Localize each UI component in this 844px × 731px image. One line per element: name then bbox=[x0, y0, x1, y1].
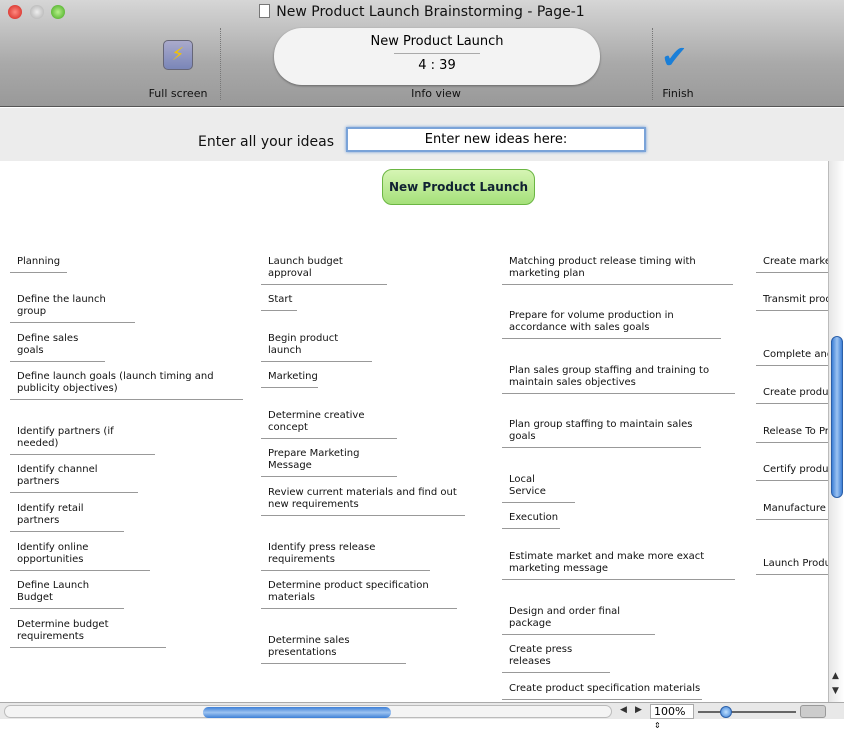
checkmark-icon[interactable]: ✔ bbox=[661, 38, 688, 76]
idea-input[interactable] bbox=[346, 127, 646, 152]
zoom-slider[interactable] bbox=[698, 711, 796, 713]
idea-node[interactable]: Launch budget approval bbox=[261, 256, 387, 285]
entry-label: Enter all your ideas bbox=[198, 134, 335, 150]
idea-node[interactable]: Transmit produ organization bbox=[756, 294, 828, 311]
bottom-bar: ◀ ▶ 100% ⇕ bbox=[0, 702, 844, 730]
idea-node[interactable]: Launch Produc bbox=[756, 558, 828, 575]
idea-node[interactable]: Design and order final package bbox=[502, 606, 655, 635]
idea-node[interactable]: Review current materials and find out ne… bbox=[261, 487, 465, 516]
idea-node[interactable]: Local Service bbox=[502, 474, 575, 503]
brainstorm-canvas: New Product Launch Planning Define the la… bbox=[0, 161, 828, 702]
vertical-scrollbar[interactable]: ▲ ▼ bbox=[828, 161, 844, 702]
scroll-down-arrow-icon[interactable]: ▼ bbox=[832, 686, 839, 696]
zoom-options-button[interactable] bbox=[800, 705, 826, 718]
fullscreen-label[interactable]: Full screen bbox=[128, 87, 228, 100]
idea-node[interactable]: Matching product release timing with mar… bbox=[502, 256, 733, 285]
idea-node[interactable]: Determine budget requirements bbox=[10, 619, 166, 648]
root-topic-node[interactable]: New Product Launch bbox=[382, 169, 535, 205]
divider bbox=[220, 28, 221, 100]
idea-node[interactable]: Identify retail partners bbox=[10, 503, 124, 532]
idea-node[interactable]: Manufacture th meet sales goal bbox=[756, 503, 828, 520]
info-title: New Product Launch bbox=[370, 34, 504, 49]
document-icon bbox=[259, 4, 271, 18]
fullscreen-icon[interactable]: ⚡ bbox=[163, 40, 193, 70]
window-title: New Product Launch Brainstorming - Page-… bbox=[0, 4, 844, 20]
idea-node[interactable]: Certify product bbox=[756, 464, 828, 481]
idea-node[interactable]: Begin product launch bbox=[261, 333, 372, 362]
idea-node[interactable]: Estimate market and make more exact mark… bbox=[502, 551, 735, 580]
idea-node[interactable]: Identify online opportunities bbox=[10, 542, 150, 571]
idea-node[interactable]: Determine sales presentations bbox=[261, 635, 406, 664]
idea-node[interactable]: Define Launch Budget bbox=[10, 580, 124, 609]
idea-node[interactable]: Prepare for volume production in accorda… bbox=[502, 310, 721, 339]
idea-node[interactable]: Define the launch group bbox=[10, 294, 135, 323]
scroll-left-arrow-icon[interactable]: ◀ bbox=[620, 705, 627, 715]
idea-node[interactable]: Execution bbox=[502, 512, 560, 529]
vertical-scroll-thumb[interactable] bbox=[831, 336, 843, 498]
zoom-value: 100% bbox=[654, 705, 686, 718]
idea-node[interactable]: Define launch goals (launch timing and p… bbox=[10, 371, 243, 400]
window-title-text: New Product Launch Brainstorming - Page-… bbox=[276, 4, 585, 20]
finish-label[interactable]: Finish bbox=[628, 87, 728, 100]
idea-node[interactable]: Identify channel partners bbox=[10, 464, 138, 493]
idea-node[interactable]: Plan sales group staffing and training t… bbox=[502, 365, 735, 394]
idea-node[interactable]: Determine product specification material… bbox=[261, 580, 457, 609]
horizontal-scroll-thumb[interactable] bbox=[203, 707, 391, 718]
divider bbox=[394, 53, 480, 54]
info-view-label[interactable]: Info view bbox=[386, 87, 486, 100]
scroll-up-arrow-icon[interactable]: ▲ bbox=[832, 671, 839, 681]
info-view: New Product Launch 4 : 39 bbox=[274, 28, 600, 85]
zoom-slider-knob[interactable] bbox=[720, 706, 732, 718]
idea-node[interactable]: Plan group staffing to maintain sales go… bbox=[502, 419, 701, 448]
idea-node[interactable]: Create product bbox=[756, 387, 828, 404]
idea-node[interactable]: Prepare Marketing Message bbox=[261, 448, 397, 477]
horizontal-scrollbar[interactable] bbox=[4, 705, 612, 718]
idea-node[interactable]: Identify partners (if needed) bbox=[10, 426, 155, 455]
idea-node[interactable]: Complete and t bbox=[756, 349, 828, 366]
zoom-level-field[interactable]: 100% ⇕ bbox=[650, 704, 694, 730]
stepper-icon[interactable]: ⇕ bbox=[654, 721, 661, 730]
scroll-right-arrow-icon[interactable]: ▶ bbox=[635, 705, 642, 715]
idea-node[interactable]: Marketing bbox=[261, 371, 318, 388]
idea-node[interactable]: Determine creative concept bbox=[261, 410, 397, 439]
idea-node[interactable]: Identify press release requirements bbox=[261, 542, 430, 571]
idea-node[interactable]: Define sales goals bbox=[10, 333, 105, 362]
idea-node[interactable]: Release To Pro bbox=[756, 426, 828, 443]
info-timer: 4 : 39 bbox=[418, 58, 456, 73]
idea-node[interactable]: Create product specification materials bbox=[502, 683, 702, 700]
idea-node[interactable]: Create marketi bbox=[756, 256, 828, 273]
idea-node[interactable]: Start bbox=[261, 294, 297, 311]
idea-node[interactable]: Planning bbox=[10, 256, 67, 273]
idea-node[interactable]: Create press releases bbox=[502, 644, 610, 673]
title-toolbar: New Product Launch Brainstorming - Page-… bbox=[0, 0, 844, 107]
